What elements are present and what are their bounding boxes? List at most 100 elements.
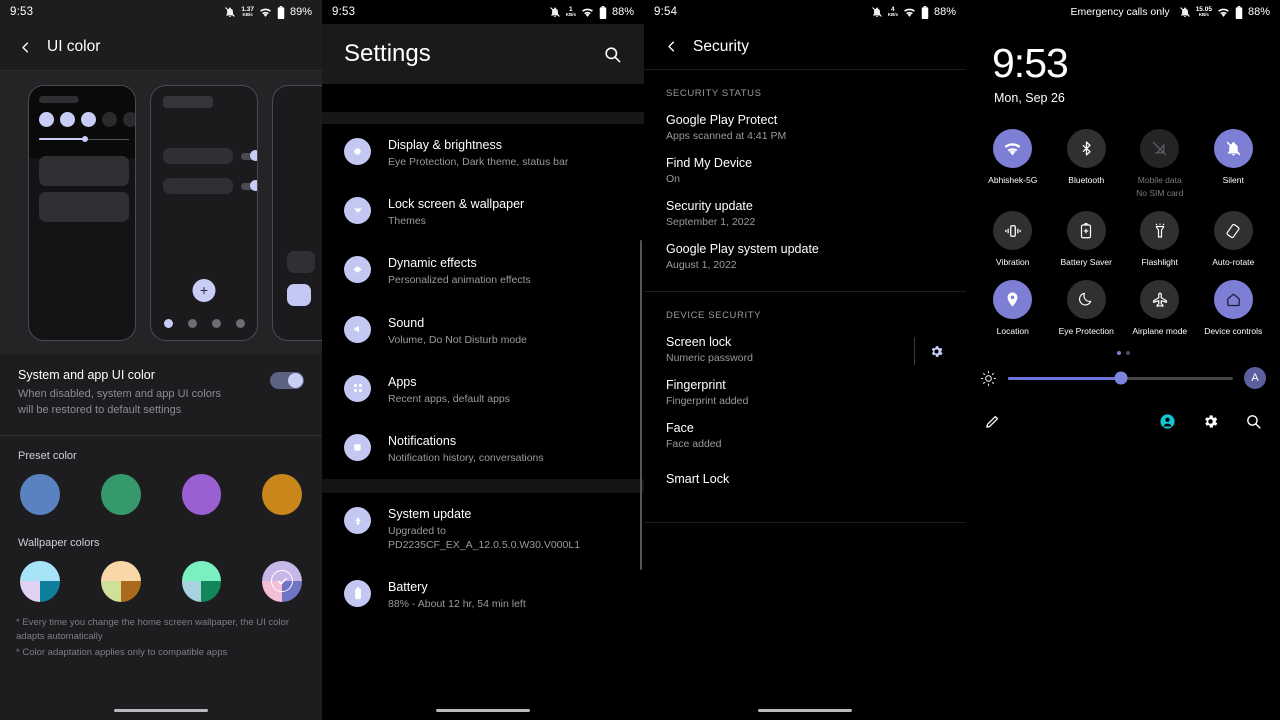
bell-muted-icon <box>871 6 883 18</box>
status-time: 9:53 <box>10 6 34 18</box>
wallpaper-swatch-4-selected[interactable] <box>262 560 302 602</box>
back-arrow-icon[interactable] <box>18 40 33 55</box>
wallpaper-colors-label: Wallpaper colors <box>18 536 100 549</box>
gear-icon[interactable] <box>929 344 944 359</box>
theme-preview-carousel[interactable]: + <box>0 70 322 354</box>
theme-preview-card-3[interactable] <box>272 84 322 341</box>
preset-color-label: Preset color <box>18 449 77 462</box>
preset-swatch-1[interactable] <box>20 473 60 515</box>
qs-tile-vibration[interactable]: Vibration <box>976 211 1050 268</box>
item-title: Screen lock <box>666 335 732 349</box>
panel-quick-settings: Emergency calls only 15.05 KB/s 88% 9:53… <box>966 0 1280 720</box>
battery-percent: 88% <box>933 6 956 18</box>
item-subtitle: Face added <box>666 438 722 450</box>
item-title: Smart Lock <box>666 472 730 486</box>
settings-item-lockscreen[interactable]: Lock screen & wallpaper Themes <box>322 183 644 242</box>
home-indicator[interactable] <box>114 709 208 712</box>
theme-preview-card-2[interactable]: + <box>150 84 258 341</box>
preset-swatch-4[interactable] <box>262 473 302 515</box>
settings-gear-icon[interactable] <box>1202 413 1219 430</box>
item-subtitle: Numeric password <box>666 352 753 364</box>
battery-icon <box>921 5 929 19</box>
qs-tile-auto-rotate[interactable]: Auto-rotate <box>1197 211 1271 268</box>
item-title: Security update <box>666 199 753 213</box>
settings-group-2: System update Upgraded to PD2235CF_EX_A_… <box>322 493 644 626</box>
security-item-find-my-device[interactable]: Find My Device On <box>644 142 966 185</box>
settings-item-notifications[interactable]: Notifications Notification history, conv… <box>322 420 644 479</box>
ui-color-header: UI color <box>0 24 322 70</box>
system-update-icon <box>344 507 371 535</box>
scrollbar[interactable] <box>639 240 642 570</box>
brightness-slider-row[interactable]: A <box>966 355 1280 390</box>
auto-rotate-icon <box>1213 211 1253 251</box>
back-arrow-icon[interactable] <box>664 39 679 54</box>
home-indicator[interactable] <box>758 709 852 712</box>
tile-label: Flashlight <box>1141 257 1178 268</box>
wallpaper-swatch-2[interactable] <box>100 560 141 602</box>
search-icon[interactable] <box>1245 413 1262 430</box>
wallpaper-swatch-3[interactable] <box>181 560 222 602</box>
qs-tile-location[interactable]: Location <box>976 280 1050 337</box>
section-header-device-security: DEVICE SECURITY <box>666 310 762 321</box>
theme-preview-card-1[interactable] <box>28 84 136 341</box>
qs-tile-silent[interactable]: Silent <box>1197 129 1271 199</box>
wifi-icon <box>581 7 594 18</box>
qs-tile-wifi[interactable]: Abhishek-5G <box>976 129 1050 199</box>
security-item-fingerprint[interactable]: Fingerprint Fingerprint added <box>644 364 966 407</box>
auto-brightness-button[interactable]: A <box>1244 367 1266 390</box>
brightness-knob[interactable] <box>1114 371 1127 385</box>
eye-protection-icon <box>1066 280 1106 320</box>
item-subtitle: Recent apps, default apps <box>388 392 511 405</box>
security-item-face[interactable]: Face Face added <box>644 407 966 450</box>
page-indicator[interactable] <box>966 337 1280 356</box>
item-subtitle: Notification history, conversations <box>388 451 544 464</box>
preset-color-swatches[interactable] <box>0 462 322 515</box>
item-title: Dynamic effects <box>388 256 477 271</box>
qs-tile-bluetooth[interactable]: Bluetooth <box>1050 129 1124 199</box>
item-subtitle: Volume, Do Not Disturb mode <box>388 333 527 346</box>
bottom-divider <box>644 522 966 523</box>
page-dot-2[interactable] <box>1125 351 1130 356</box>
qs-tile-device-controls[interactable]: Device controls <box>1197 280 1271 337</box>
wallpaper-color-swatches[interactable] <box>0 549 322 602</box>
qs-tile-airplane-mode[interactable]: Airplane mode <box>1123 280 1197 337</box>
preset-swatch-3[interactable] <box>181 473 222 515</box>
item-subtitle: Themes <box>388 215 426 228</box>
brightness-fill <box>1008 376 1121 380</box>
qs-tile-flashlight[interactable]: Flashlight <box>1123 211 1197 268</box>
qs-tile-eye-protection[interactable]: Eye Protection <box>1050 280 1124 337</box>
security-item-play-system-update[interactable]: Google Play system update August 1, 2022 <box>644 228 966 271</box>
tile-label: Auto-rotate <box>1212 257 1255 268</box>
qs-tile-battery-saver[interactable]: Battery Saver <box>1050 211 1124 268</box>
security-item-screen-lock[interactable]: Screen lock Numeric password <box>644 321 966 365</box>
ui-color-toggle[interactable] <box>270 372 304 389</box>
system-app-ui-color-row[interactable]: System and app UI color When disabled, s… <box>0 354 322 436</box>
settings-item-battery[interactable]: Battery 88% - About 12 hr, 54 min left <box>322 566 644 625</box>
status-time: 9:53 <box>332 6 356 18</box>
qs-tile-mobile-data[interactable]: Mobile data No SIM card <box>1123 129 1197 199</box>
battery-percent: 88% <box>611 6 634 18</box>
security-item-security-update[interactable]: Security update September 1, 2022 <box>644 185 966 228</box>
security-item-smart-lock[interactable]: Smart Lock <box>644 450 966 486</box>
display-icon <box>344 138 371 165</box>
settings-item-sound[interactable]: Sound Volume, Do Not Disturb mode <box>322 302 644 361</box>
security-item-play-protect[interactable]: Google Play Protect Apps scanned at 4:41… <box>644 99 966 142</box>
edit-pencil-icon[interactable] <box>984 413 1001 430</box>
tile-label: Bluetooth <box>1068 175 1105 185</box>
brightness-track[interactable] <box>1008 371 1233 385</box>
check-icon <box>262 561 302 602</box>
settings-item-apps[interactable]: Apps Recent apps, default apps <box>322 361 644 420</box>
settings-item-display[interactable]: Display & brightness Eye Protection, Dar… <box>322 124 644 183</box>
preview-add-button: + <box>192 278 216 302</box>
status-bar: 9:53 1 KB/s 88% <box>322 0 644 24</box>
settings-item-dynamic-effects[interactable]: Dynamic effects Personalized animation e… <box>322 242 644 301</box>
user-account-icon[interactable] <box>1159 413 1176 430</box>
item-title: Apps <box>388 374 417 389</box>
settings-item-system-update[interactable]: System update Upgraded to PD2235CF_EX_A_… <box>322 493 644 566</box>
wallpaper-swatch-1[interactable] <box>20 560 60 602</box>
battery-icon <box>1235 5 1243 19</box>
page-dot-1[interactable] <box>1116 351 1121 356</box>
preset-swatch-2[interactable] <box>100 473 141 515</box>
search-icon[interactable] <box>603 45 622 64</box>
home-indicator[interactable] <box>436 709 530 712</box>
